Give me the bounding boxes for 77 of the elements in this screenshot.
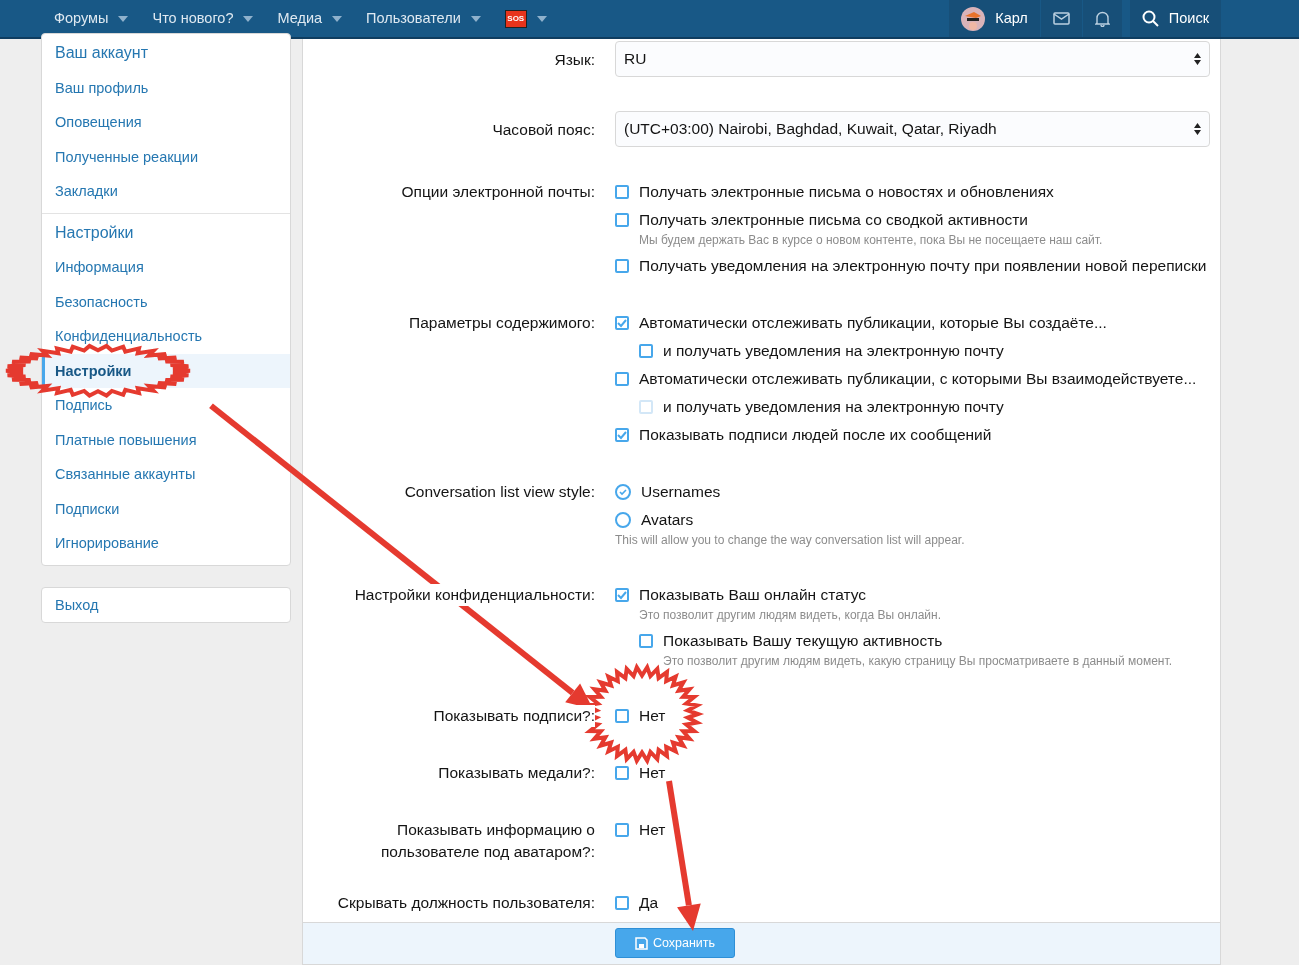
checkmark-icon [617, 318, 627, 328]
sidebar-item[interactable]: Информация [42, 250, 290, 285]
field-hint: This will allow you to change the way conversation list will appear. [615, 532, 966, 549]
field-label: Настройки конфиденциальности: [354, 584, 595, 606]
radio-button[interactable] [615, 484, 631, 500]
sidebar-item[interactable]: Подписки [42, 491, 290, 526]
sidebar-item[interactable]: Безопасность [42, 284, 290, 319]
sidebar-item[interactable]: Оповещения [42, 105, 290, 140]
sidebar-heading[interactable]: Ваш аккаунт [42, 34, 290, 71]
checkbox[interactable] [615, 588, 629, 602]
select-field[interactable]: (UTC+03:00) Nairobi, Baghdad, Kuwait, Qatar, Riyadh [615, 111, 1210, 147]
sidebar-item[interactable]: Настройки [42, 353, 290, 388]
option-label: Получать электронные письма о новостях и обновлениях [639, 182, 1054, 202]
option-label: Avatars [641, 510, 694, 530]
sidebar-item[interactable]: Связанные аккаунты [42, 457, 290, 492]
caret-icon [118, 15, 129, 22]
radio-button[interactable] [615, 512, 631, 528]
option-label: Получать электронные письма со сводкой активности [639, 210, 1028, 230]
option-label: Да [639, 893, 659, 913]
option-label: Автоматически отслеживать публикации, которые Вы создаёте... [639, 313, 1107, 333]
sidebar-item[interactable]: Игнорирование [42, 526, 290, 561]
sidebar-item[interactable]: Закладки [42, 174, 290, 209]
nav-link[interactable]: Пользователи [366, 7, 461, 30]
option-label: Показывать Вашу текущую активность [663, 631, 943, 651]
avatar-icon[interactable] [961, 6, 986, 31]
caret-icon [470, 15, 481, 22]
checkmark-icon [619, 488, 627, 496]
sort-icon [1194, 123, 1201, 135]
sos-badge[interactable]: SOS [504, 9, 527, 28]
option-hint: Мы будем держать Вас в курсе о новом контенте, пока Вы не посещаете наш сайт. [638, 232, 1104, 249]
field-label: Показывать подписи?: [433, 705, 595, 727]
option-label: Автоматически отслеживать публикации, с которыми Вы взаимодействуете... [639, 369, 1197, 389]
save-button[interactable]: Сохранить [615, 928, 735, 958]
mail-icon[interactable] [1052, 12, 1070, 25]
checkbox[interactable] [615, 316, 629, 330]
option-label: и получать уведомления на электронную почту [663, 397, 1004, 417]
checkmark-icon [617, 430, 627, 440]
bell-icon[interactable] [1094, 10, 1110, 27]
checkbox[interactable] [639, 634, 653, 648]
checkbox[interactable] [615, 213, 629, 227]
option-label: Получать уведомления на электронную почту при появлении новой переписки [639, 256, 1207, 276]
save-icon [634, 936, 648, 950]
nav-link[interactable]: Форумы [54, 7, 109, 30]
option-label: Usernames [641, 482, 721, 502]
sidebar-item[interactable]: Полученные реакции [42, 139, 290, 174]
checkbox[interactable] [615, 372, 629, 386]
sidebar-item[interactable]: Платные повышения [42, 422, 290, 457]
option-hint: Это позволит другим людям видеть, когда Вы онлайн. [638, 607, 943, 624]
checkbox[interactable] [615, 896, 629, 910]
caret-icon [332, 15, 343, 22]
checkbox[interactable] [615, 259, 629, 273]
checkbox[interactable] [615, 428, 629, 442]
checkbox[interactable] [615, 185, 629, 199]
nav-link[interactable]: Что нового? [152, 7, 234, 30]
option-label: Нет [639, 706, 666, 726]
option-hint: Это позволит другим людям видеть, какую страницу Вы просматриваете в данный момент. [662, 653, 1173, 670]
sidebar-item[interactable]: Ваш профиль [42, 70, 290, 105]
option-label: Нет [639, 820, 666, 840]
option-label: и получать уведомления на электронную почту [663, 341, 1004, 361]
search-icon[interactable] [1141, 10, 1159, 27]
caret-icon [536, 15, 547, 22]
option-label: Показывать Ваш онлайн статус [639, 585, 867, 605]
select-field[interactable]: RU [615, 41, 1210, 77]
sidebar-item[interactable]: Подпись [42, 388, 290, 423]
sidebar-heading[interactable]: Настройки [42, 213, 290, 250]
checkbox[interactable] [615, 709, 629, 723]
nav-link[interactable]: Медиа [277, 7, 323, 30]
sidebar-item[interactable]: Конфиденциальность [42, 319, 290, 354]
option-label: Показывать подписи людей после их сообщений [639, 425, 992, 445]
caret-icon [243, 15, 254, 22]
checkbox[interactable] [615, 766, 629, 780]
checkmark-icon [617, 590, 627, 600]
logout-link[interactable]: Выход [42, 587, 290, 622]
checkbox[interactable] [615, 823, 629, 837]
sort-icon [1194, 53, 1201, 65]
option-label: Нет [639, 763, 666, 783]
checkbox[interactable] [639, 344, 653, 358]
